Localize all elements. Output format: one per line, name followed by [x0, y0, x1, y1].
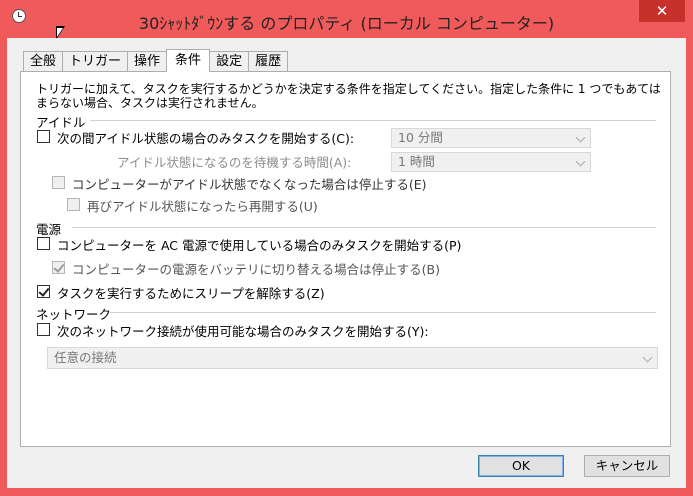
tab-history[interactable]: 履歴: [248, 51, 289, 71]
cancel-button[interactable]: キャンセル: [584, 455, 670, 477]
wait-for-idle-value: 1 時間: [398, 154, 435, 169]
description-text: トリガーに加えて、タスクを実行するかどうかを決定する条件を指定してください。指定…: [36, 82, 661, 110]
ac-power-only-label: コンピューターを AC 電源で使用している場合のみタスクを開始する(P): [57, 238, 462, 253]
start-only-if-idle-label: 次の間アイドル状態の場合のみタスクを開始する(C):: [57, 131, 355, 146]
window-title: 30ｼｬｯﾄﾀﾞｳﾝする のプロパティ (ローカル コンピューター): [138, 14, 555, 33]
section-divider: [72, 227, 656, 228]
wait-for-idle-label: アイドル状態になるのを待機する時間(A):: [117, 155, 352, 170]
stop-on-battery-label: コンピューターの電源をバッテリに切り替える場合は停止する(B): [72, 262, 440, 277]
network-only-checkbox[interactable]: [37, 323, 50, 336]
chevron-down-icon: [575, 132, 586, 143]
tab-conditions[interactable]: 条件: [166, 49, 211, 72]
tab-actions[interactable]: 操作: [127, 51, 168, 71]
tab-strip: 全般 トリガー 操作 条件 設定 履歴: [23, 49, 289, 72]
tab-settings[interactable]: 設定: [209, 51, 250, 71]
tab-general[interactable]: 全般: [23, 51, 64, 71]
tab-triggers[interactable]: トリガー: [62, 51, 129, 71]
idle-duration-select[interactable]: 10 分間: [391, 128, 591, 148]
ac-power-only-checkbox[interactable]: [37, 237, 50, 250]
network-connection-select[interactable]: 任意の接続: [47, 347, 658, 369]
ok-button[interactable]: OK: [478, 455, 564, 477]
stop-on-battery-checkbox[interactable]: [52, 261, 65, 274]
idle-duration-value: 10 分間: [398, 130, 443, 145]
stop-if-not-idle-label: コンピューターがアイドル状態でなくなった場合は停止する(E): [72, 177, 427, 192]
restart-if-idle-label: 再びアイドル状態になったら再開する(U): [87, 199, 318, 214]
section-divider: [90, 120, 656, 121]
network-only-label: 次のネットワーク接続が使用可能な場合のみタスクを開始する(Y):: [57, 324, 429, 339]
wait-for-idle-select[interactable]: 1 時間: [391, 152, 591, 172]
chevron-down-icon: [575, 156, 586, 167]
wake-to-run-checkbox[interactable]: [37, 285, 50, 298]
title-bar: 30ｼｬｯﾄﾀﾞｳﾝする のプロパティ (ローカル コンピューター) ✕: [0, 0, 693, 38]
stop-if-not-idle-checkbox[interactable]: [52, 176, 65, 189]
network-connection-value: 任意の接続: [54, 350, 117, 365]
chevron-down-icon: [642, 352, 653, 363]
restart-if-idle-checkbox[interactable]: [67, 198, 80, 211]
start-only-if-idle-checkbox[interactable]: [37, 130, 50, 143]
section-divider: [110, 312, 656, 313]
close-button[interactable]: ✕: [639, 0, 685, 22]
wake-to-run-label: タスクを実行するためにスリープを解除する(Z): [57, 286, 325, 301]
